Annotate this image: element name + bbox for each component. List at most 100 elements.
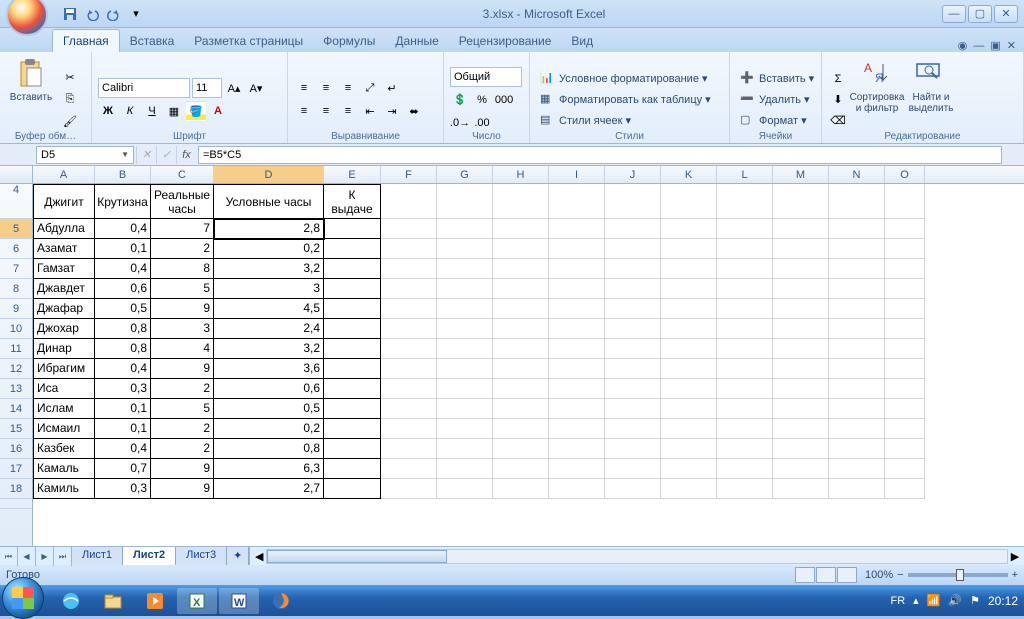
cell-O18[interactable] <box>885 479 925 499</box>
increase-indent-icon[interactable]: ⇥ <box>382 101 402 121</box>
cell-O10[interactable] <box>885 319 925 339</box>
cell-A4[interactable]: Джигит <box>33 184 95 219</box>
doc-close-button[interactable]: ✕ <box>1007 39 1016 52</box>
minimize-button[interactable]: ― <box>942 5 966 23</box>
cell-A18[interactable]: Камиль <box>33 479 95 499</box>
row-header-12[interactable]: 12 <box>0 359 32 379</box>
cell-O8[interactable] <box>885 279 925 299</box>
cell-H17[interactable] <box>493 459 549 479</box>
cell-L4[interactable] <box>717 184 773 219</box>
fill-icon[interactable]: ⬇ <box>828 90 848 110</box>
cell-L16[interactable] <box>717 439 773 459</box>
cell-B17[interactable]: 0,7 <box>95 459 151 479</box>
taskbar-media-icon[interactable] <box>135 588 175 614</box>
column-header-M[interactable]: M <box>773 166 829 183</box>
cell-B16[interactable]: 0,4 <box>95 439 151 459</box>
qat-customize-icon[interactable]: ▾ <box>126 4 146 24</box>
row-header-10[interactable]: 10 <box>0 319 32 339</box>
sheet-nav-prev-icon[interactable]: ◀ <box>18 547 36 566</box>
cell-F12[interactable] <box>381 359 437 379</box>
cell-E7[interactable] <box>324 259 381 279</box>
column-header-G[interactable]: G <box>437 166 493 183</box>
cell-E18[interactable] <box>324 479 381 499</box>
name-box[interactable]: D5▼ <box>36 146 134 164</box>
cell-D5[interactable]: 2,8 <box>214 219 324 239</box>
cell-C4[interactable]: Реальные часы <box>151 184 214 219</box>
cell-O13[interactable] <box>885 379 925 399</box>
cell-M17[interactable] <box>773 459 829 479</box>
column-header-N[interactable]: N <box>829 166 885 183</box>
cell-D17[interactable]: 6,3 <box>214 459 324 479</box>
column-header-J[interactable]: J <box>605 166 661 183</box>
cell-D16[interactable]: 0,8 <box>214 439 324 459</box>
doc-restore-button[interactable]: ▣ <box>990 39 1000 52</box>
cell-H18[interactable] <box>493 479 549 499</box>
format-as-table-button[interactable]: ▦Форматировать как таблицу ▾ <box>536 90 715 110</box>
increase-font-icon[interactable]: A▴ <box>224 78 244 98</box>
cell-M18[interactable] <box>773 479 829 499</box>
cancel-formula-icon[interactable]: ✕ <box>136 146 156 164</box>
cell-F16[interactable] <box>381 439 437 459</box>
cell-I11[interactable] <box>549 339 605 359</box>
align-center-icon[interactable]: ≡ <box>316 101 336 121</box>
cell-L8[interactable] <box>717 279 773 299</box>
comma-icon[interactable]: 000 <box>494 90 514 110</box>
cell-H6[interactable] <box>493 239 549 259</box>
cell-B11[interactable]: 0,8 <box>95 339 151 359</box>
cell-E6[interactable] <box>324 239 381 259</box>
cut-icon[interactable]: ✂ <box>60 68 80 88</box>
cell-M10[interactable] <box>773 319 829 339</box>
cell-O14[interactable] <box>885 399 925 419</box>
cell-G18[interactable] <box>437 479 493 499</box>
cell-O7[interactable] <box>885 259 925 279</box>
column-header-K[interactable]: K <box>661 166 717 183</box>
cell-J4[interactable] <box>605 184 661 219</box>
font-size-combo[interactable]: 11 <box>192 78 222 98</box>
column-header-A[interactable]: A <box>33 166 95 183</box>
cell-K4[interactable] <box>661 184 717 219</box>
row-header-11[interactable]: 11 <box>0 339 32 359</box>
sheet-nav-next-icon[interactable]: ▶ <box>36 547 54 566</box>
cell-O17[interactable] <box>885 459 925 479</box>
tab-review[interactable]: Рецензирование <box>449 30 562 52</box>
redo-icon[interactable] <box>104 4 124 24</box>
cell-O12[interactable] <box>885 359 925 379</box>
cell-C6[interactable]: 2 <box>151 239 214 259</box>
cell-D18[interactable]: 2,7 <box>214 479 324 499</box>
fx-icon[interactable]: fx <box>176 146 196 164</box>
row-header-15[interactable]: 15 <box>0 419 32 439</box>
cell-H8[interactable] <box>493 279 549 299</box>
cell-C16[interactable]: 2 <box>151 439 214 459</box>
tray-show-hidden-icon[interactable]: ▴ <box>913 594 919 607</box>
cell-A14[interactable]: Ислам <box>33 399 95 419</box>
sheet-tab-2[interactable]: Лист2 <box>123 547 176 565</box>
cell-J11[interactable] <box>605 339 661 359</box>
cell-A15[interactable]: Исмаил <box>33 419 95 439</box>
help-icon[interactable]: ◉ <box>958 39 968 52</box>
cell-G10[interactable] <box>437 319 493 339</box>
cell-J9[interactable] <box>605 299 661 319</box>
tray-clock[interactable]: 20:12 <box>988 594 1018 608</box>
decrease-indent-icon[interactable]: ⇤ <box>360 101 380 121</box>
taskbar-ie-icon[interactable] <box>51 588 91 614</box>
cell-G12[interactable] <box>437 359 493 379</box>
cell-F15[interactable] <box>381 419 437 439</box>
sheet-nav-last-icon[interactable]: ⏭ <box>54 547 72 566</box>
taskbar-word-icon[interactable]: W <box>219 588 259 614</box>
cell-C5[interactable]: 7 <box>151 219 214 239</box>
cell-A16[interactable]: Казбек <box>33 439 95 459</box>
cell-B5[interactable]: 0,4 <box>95 219 151 239</box>
cell-K9[interactable] <box>661 299 717 319</box>
row-header-16[interactable]: 16 <box>0 439 32 459</box>
view-page-break-icon[interactable] <box>837 567 857 583</box>
tab-page-layout[interactable]: Разметка страницы <box>184 30 313 52</box>
cell-G4[interactable] <box>437 184 493 219</box>
tab-view[interactable]: Вид <box>561 30 603 52</box>
cell-J7[interactable] <box>605 259 661 279</box>
cell-E8[interactable] <box>324 279 381 299</box>
cell-M6[interactable] <box>773 239 829 259</box>
decrease-decimal-icon[interactable]: .00 <box>472 113 492 133</box>
row-header-8[interactable]: 8 <box>0 279 32 299</box>
enter-formula-icon[interactable]: ✓ <box>156 146 176 164</box>
cell-A8[interactable]: Джавдет <box>33 279 95 299</box>
